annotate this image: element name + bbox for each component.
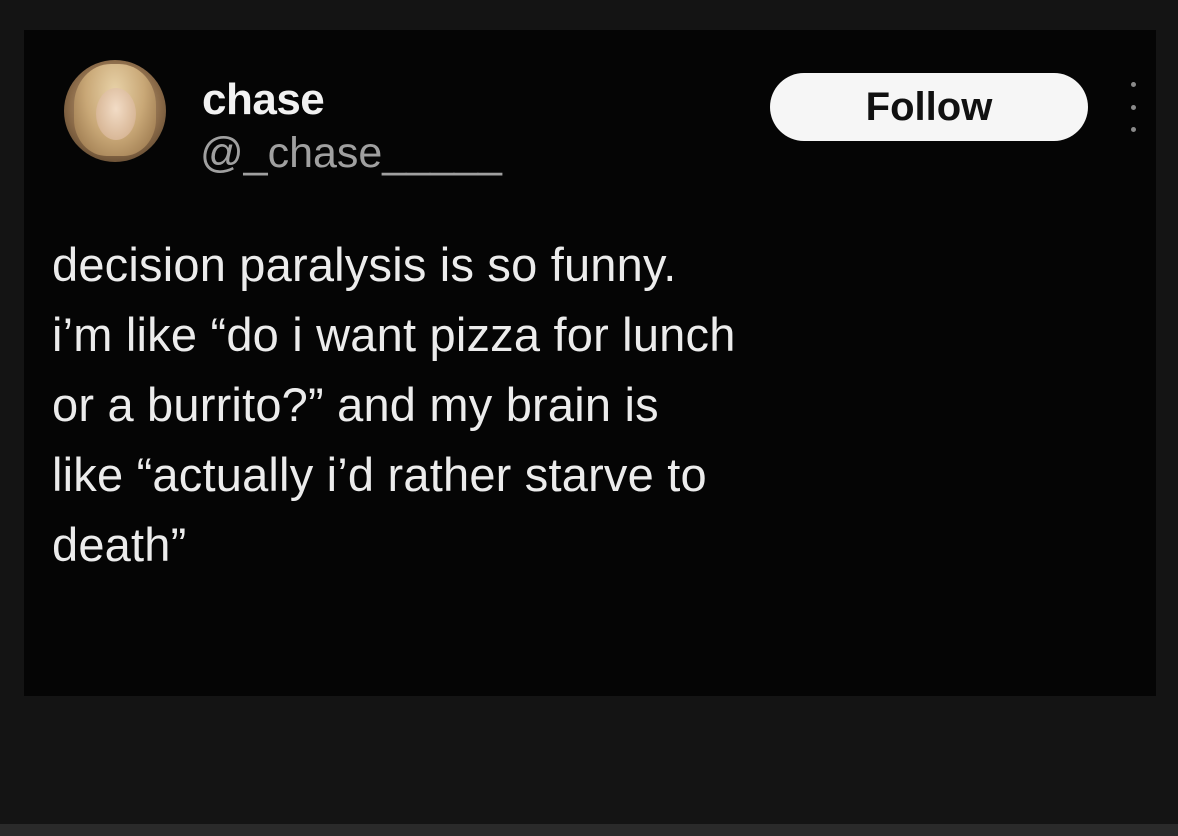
tweet-text-line: death” (52, 518, 187, 571)
tweet-text-line: decision paralysis is so funny. (52, 238, 677, 291)
bottom-border (0, 824, 1178, 836)
more-dot (1130, 82, 1136, 87)
author-display-name[interactable]: chase (202, 78, 325, 122)
tweet-text-line: or a burrito?” and my brain is (52, 378, 659, 431)
follow-button[interactable]: Follow (770, 73, 1088, 141)
avatar-face (96, 88, 136, 140)
more-options-icon[interactable] (1122, 82, 1144, 132)
author-handle[interactable]: @_chase_____ (200, 132, 502, 175)
tweet-text-line: i’m like “do i want pizza for lunch (52, 308, 736, 361)
tweet-text: decision paralysis is so funny. i’m like… (52, 230, 1132, 580)
tweet-text-line: like “actually i’d rather starve to (52, 448, 707, 501)
tweet-card: chase @_chase_____ Follow decision paral… (24, 30, 1156, 696)
more-dot (1130, 104, 1136, 110)
screenshot-frame: chase @_chase_____ Follow decision paral… (0, 0, 1178, 836)
more-dot (1130, 127, 1136, 132)
avatar[interactable] (64, 60, 166, 162)
